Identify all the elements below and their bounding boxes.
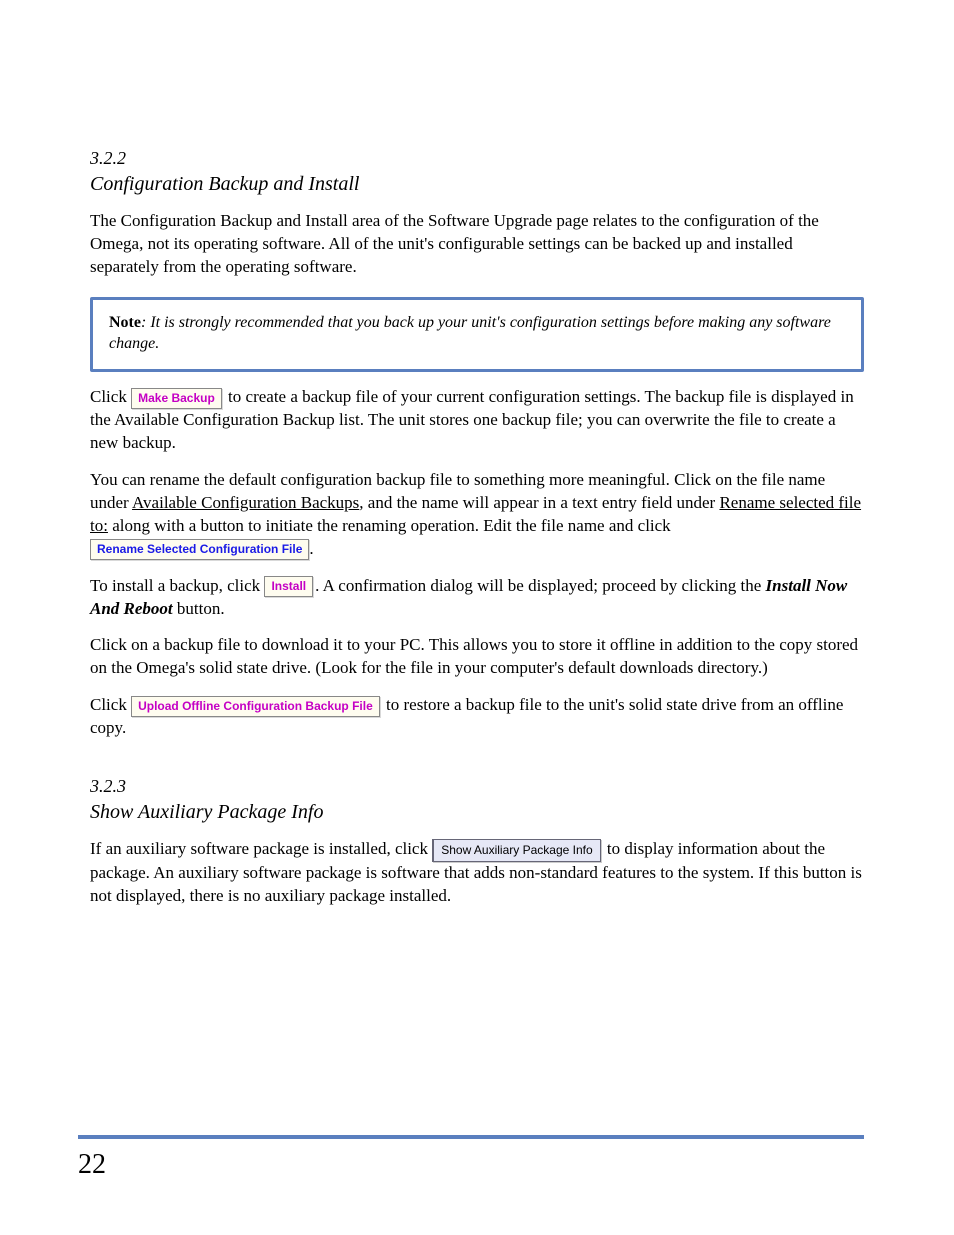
available-backups-label: Available Configuration Backups (132, 493, 359, 512)
p5-a: Click (90, 695, 131, 714)
aux-section-title: Show Auxiliary Package Info (90, 801, 864, 824)
p2-c: along with a button to initiate the rena… (108, 516, 671, 535)
note-text: : It is strongly recommended that you ba… (109, 314, 831, 353)
p1-a: Click (90, 387, 131, 406)
footer-rule (78, 1135, 864, 1139)
document-page: 3.2.2 Configuration Backup and Install T… (0, 0, 954, 1235)
show-aux-package-button[interactable]: Show Auxiliary Package Info (432, 839, 600, 862)
rename-selected-button[interactable]: Rename Selected Configuration File (90, 539, 309, 560)
p2-d: . (309, 539, 313, 558)
rename-paragraph: You can rename the default configuration… (90, 469, 864, 561)
download-paragraph: Click on a backup file to download it to… (90, 634, 864, 680)
make-backup-button[interactable]: Make Backup (131, 388, 222, 409)
aux-paragraph: If an auxiliary software package is inst… (90, 838, 864, 908)
aux-section-number: 3.2.3 (90, 776, 864, 797)
note-label: Note (109, 314, 141, 331)
page-number: 22 (78, 1149, 106, 1181)
section-title: Configuration Backup and Install (90, 173, 864, 196)
upload-paragraph: Click Upload Offline Configuration Backu… (90, 694, 864, 740)
make-backup-paragraph: Click Make Backup to create a backup fil… (90, 386, 864, 455)
aux-p-a: If an auxiliary software package is inst… (90, 839, 432, 858)
p3-c: button. (173, 599, 225, 618)
install-button[interactable]: Install (264, 576, 313, 597)
p3-a: To install a backup, click (90, 576, 264, 595)
note-box: Note: It is strongly recommended that yo… (90, 297, 864, 372)
upload-offline-backup-button[interactable]: Upload Offline Configuration Backup File (131, 696, 380, 717)
p2-b: , and the name will appear in a text ent… (359, 493, 719, 512)
install-paragraph: To install a backup, click Install. A co… (90, 575, 864, 621)
section-number: 3.2.2 (90, 148, 864, 169)
p3-b: . A confirmation dialog will be displaye… (315, 576, 765, 595)
header-margin (90, 48, 864, 88)
intro-paragraph: The Configuration Backup and Install are… (90, 210, 864, 279)
